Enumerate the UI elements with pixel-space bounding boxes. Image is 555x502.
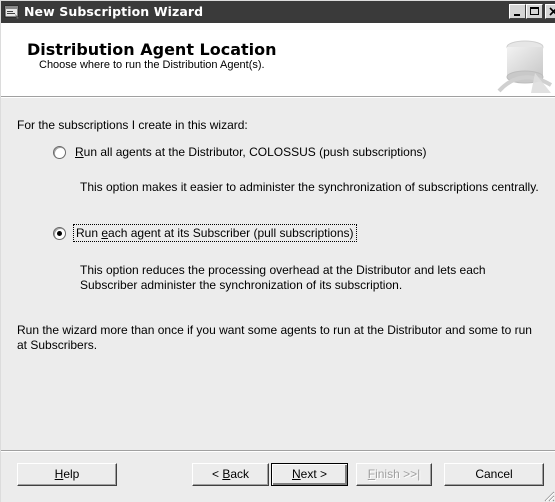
maximize-icon (530, 7, 539, 15)
page-title: Distribution Agent Location (27, 40, 277, 59)
back-label: ack (230, 467, 250, 481)
option-pull-label-text: ach agent at its Subscriber (pull subscr… (108, 226, 354, 240)
maximize-button[interactable] (526, 4, 543, 19)
wizard-banner-graphic (491, 33, 555, 95)
option-pull-description: This option reduces the processing overh… (80, 263, 486, 292)
header-divider-highlight (1, 97, 555, 98)
window-title: New Subscription Wizard (24, 4, 204, 19)
wizard-window-icon (4, 4, 20, 20)
close-button[interactable] (545, 4, 555, 19)
help-label: elp (63, 467, 80, 481)
help-button[interactable]: Help (17, 463, 117, 486)
option-push-label[interactable]: Run all agents at the Distributor, COLOS… (75, 145, 427, 159)
minimize-button[interactable] (509, 4, 526, 19)
radio-pull-subscriptions[interactable] (53, 226, 66, 240)
back-prefix: < (211, 467, 223, 481)
wizard-window: New Subscription Wizard Distribution Age… (0, 0, 555, 502)
radio-push-subscriptions[interactable] (53, 145, 66, 159)
option-pull-label-start: Run (76, 226, 102, 240)
option-pull-label[interactable]: Run each agent at its Subscriber (pull s… (73, 224, 357, 242)
footer-divider-highlight (1, 451, 555, 452)
finish-mnemonic: F (367, 467, 376, 481)
option-push-subscriptions[interactable]: Run all agents at the Distributor, COLOS… (53, 145, 427, 159)
page-subtitle: Choose where to run the Distribution Age… (39, 59, 265, 71)
close-icon (549, 7, 555, 16)
option-push-description: This option makes it easier to administe… (80, 180, 539, 194)
cancel-button[interactable]: Cancel (444, 463, 544, 486)
resize-grip-icon[interactable] (542, 489, 555, 502)
wizard-header: Distribution Agent Location Choose where… (1, 23, 555, 96)
next-button[interactable]: Next > (271, 463, 348, 486)
finish-button[interactable]: Finish >>| (356, 463, 432, 486)
intro-text: For the subscriptions I create in this w… (17, 118, 248, 132)
mnemonic-r: R (75, 145, 84, 159)
back-button[interactable]: < Back (192, 463, 269, 486)
finish-label: inish >>| (375, 467, 421, 481)
option-push-label-text: un all agents at the Distributor, COLOSS… (83, 145, 427, 159)
wizard-note: Run the wizard more than once if you wan… (17, 323, 532, 352)
option-pull-subscriptions[interactable]: Run each agent at its Subscriber (pull s… (53, 224, 357, 242)
next-label: ext > (300, 467, 328, 481)
next-mnemonic: N (291, 467, 301, 481)
minimize-icon (514, 14, 520, 16)
title-bar[interactable]: New Subscription Wizard (1, 1, 555, 23)
